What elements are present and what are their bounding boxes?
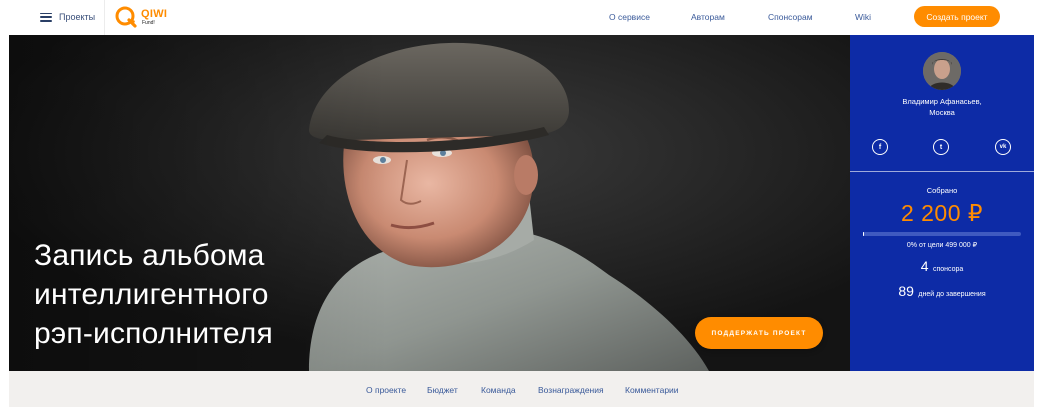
twitter-icon[interactable]: t xyxy=(933,139,949,155)
projects-menu-button[interactable]: Проекты xyxy=(40,7,95,27)
tab-rewards[interactable]: Вознаграждения xyxy=(538,385,604,395)
tab-comments[interactable]: Комментарии xyxy=(625,385,679,395)
days-count: 89 xyxy=(898,283,914,299)
funding-progress-fill xyxy=(863,232,864,236)
raised-label: Собрано xyxy=(926,186,958,195)
nav-sponsors[interactable]: Спонсорам xyxy=(768,12,813,22)
create-project-button[interactable]: Создать проект xyxy=(914,6,1000,27)
qiwi-fund-logo[interactable]: QIWI Fund! xyxy=(114,3,167,31)
hamburger-icon xyxy=(40,12,52,22)
site-header: Проекты QIWI Fund! О сервисе Авторам Спо… xyxy=(0,0,1040,35)
author-avatar-image xyxy=(923,52,961,90)
project-title: Запись альбома интеллигентного рэп-испол… xyxy=(34,236,374,353)
qiwi-logo-icon xyxy=(115,6,137,28)
raised-amount: 2 200 ₽ xyxy=(900,200,984,226)
tab-budget[interactable]: Бюджет xyxy=(427,385,458,395)
sponsors-stat: 4 спонсора xyxy=(850,258,1034,276)
tab-team[interactable]: Команда xyxy=(481,385,516,395)
sponsors-label: спонсора xyxy=(932,266,964,273)
sidebar-divider xyxy=(850,171,1034,172)
days-label: дней до завершения xyxy=(918,291,986,298)
sponsors-count: 4 xyxy=(920,258,929,274)
goal-text: 0% от цели 499 000 ₽ xyxy=(906,242,978,249)
author-name[interactable]: Владимир Афанасьев, xyxy=(850,96,1034,107)
nav-about-service[interactable]: О сервисе xyxy=(609,12,650,22)
vk-icon[interactable]: vk xyxy=(995,139,1011,155)
funding-progress-bar xyxy=(863,232,1021,236)
project-sidebar: Владимир Афанасьев, Москва f t vk Собран… xyxy=(850,35,1034,371)
logo-sub-text: Fund! xyxy=(142,19,155,26)
author-avatar[interactable] xyxy=(923,52,961,90)
project-hero: Запись альбома интеллигентного рэп-испол… xyxy=(9,35,850,371)
project-title-line: интеллигентного xyxy=(34,278,269,311)
logo-brand-text: QIWI xyxy=(141,7,168,20)
author-city: Москва xyxy=(929,108,955,117)
projects-menu-label: Проекты xyxy=(59,12,96,22)
support-project-button[interactable]: ПОДДЕРЖАТЬ ПРОЕКТ xyxy=(695,317,823,349)
project-title-line: Запись альбома xyxy=(34,239,265,272)
header-divider xyxy=(104,0,105,35)
nav-wiki[interactable]: Wiki xyxy=(855,12,871,22)
project-tabs: О проекте Бюджет Команда Вознаграждения … xyxy=(9,371,1034,407)
project-title-line: рэп-исполнителя xyxy=(34,317,273,350)
facebook-icon[interactable]: f xyxy=(872,139,888,155)
tab-about[interactable]: О проекте xyxy=(366,385,406,395)
days-left-stat: 89 дней до завершения xyxy=(850,283,1034,301)
nav-authors[interactable]: Авторам xyxy=(691,12,725,22)
